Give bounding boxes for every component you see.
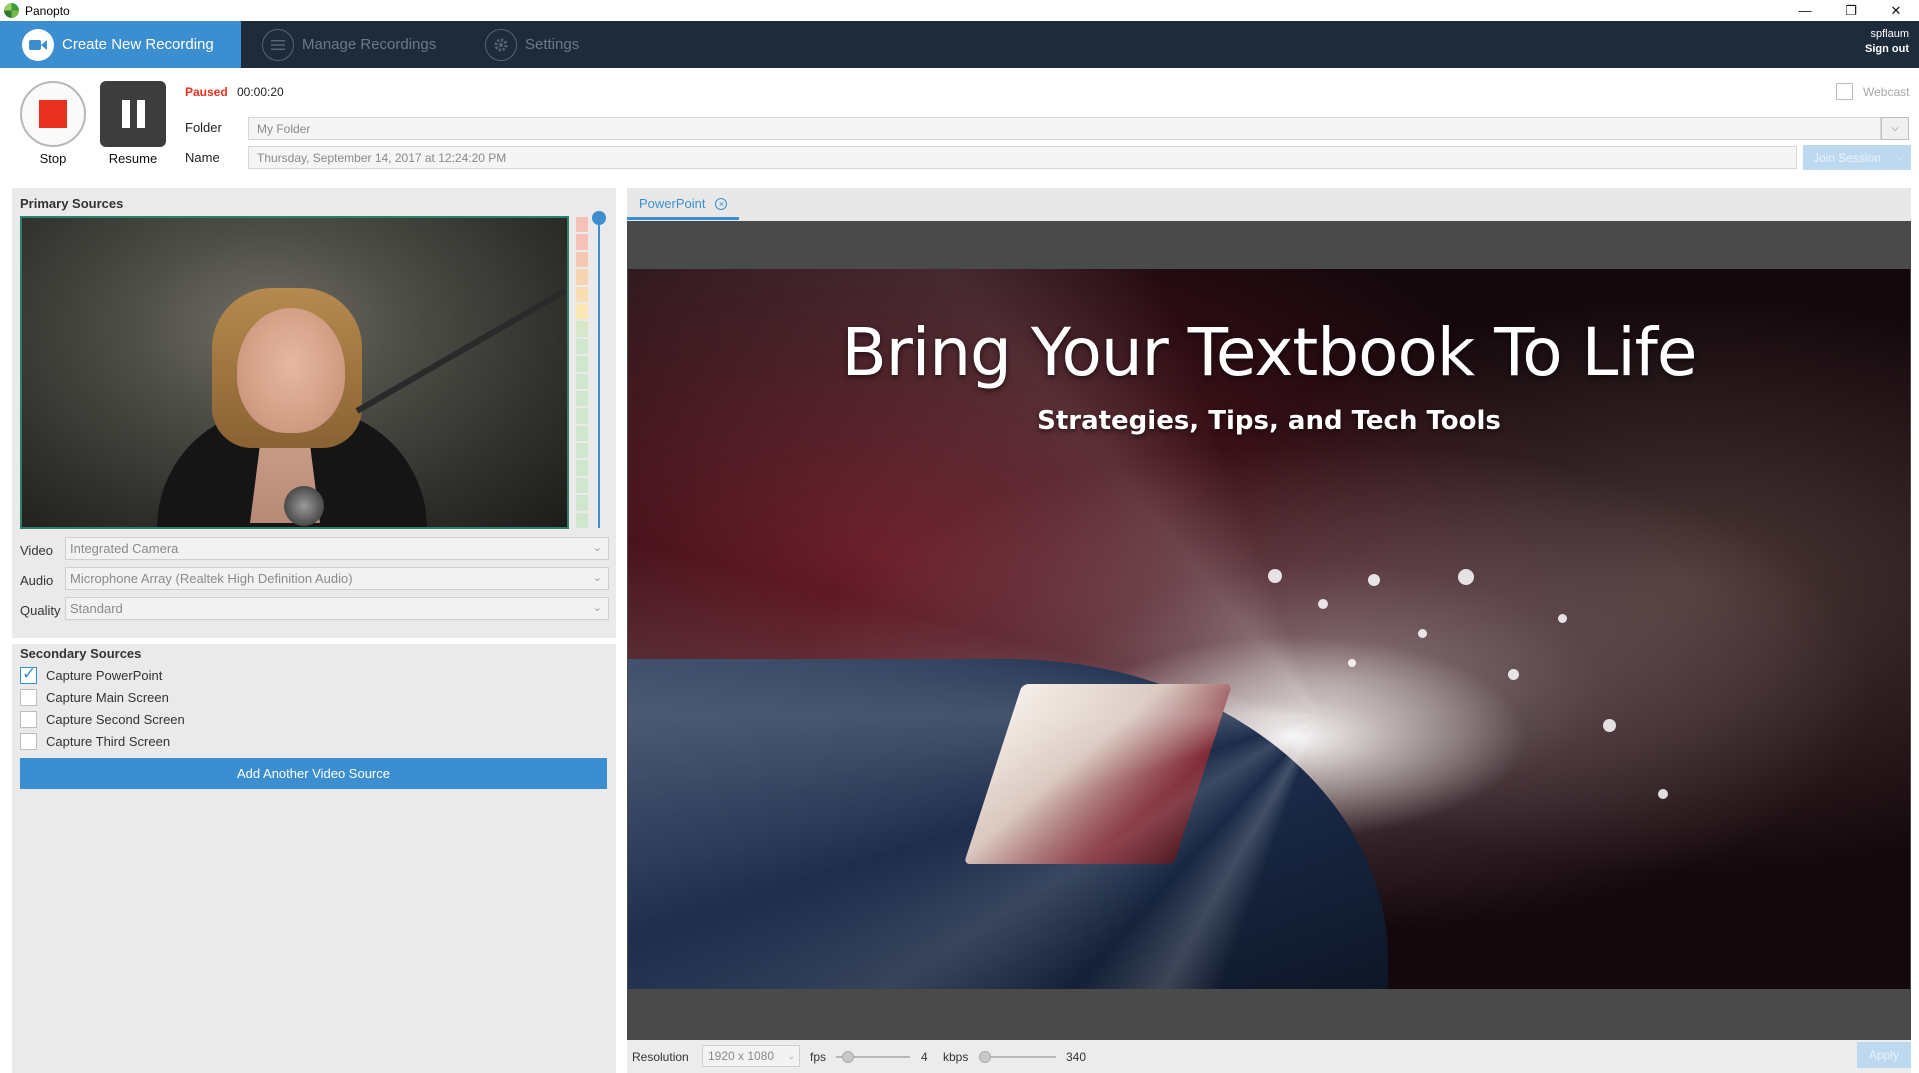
video-source-value: Integrated Camera [70,541,179,556]
gear-icon [485,28,517,61]
circle-close-icon[interactable]: × [715,197,728,210]
resolution-value: 1920 x 1080 [708,1049,775,1063]
folder-label: Folder [185,120,222,135]
audio-gain-slider-handle[interactable] [592,211,606,225]
video-camera-icon [22,28,54,61]
name-field[interactable]: Thursday, September 14, 2017 at 12:24:20… [248,146,1797,169]
audio-label: Audio [20,573,54,588]
panopto-logo-icon [4,3,19,18]
capture-second-screen-label: Capture Second Screen [46,712,185,727]
tab-powerpoint[interactable]: PowerPoint × [627,190,739,220]
chevron-down-icon: ⌄ [592,542,602,554]
camera-preview [20,216,569,529]
sparkle [1318,599,1328,609]
capture-third-screen-checkbox[interactable] [20,733,37,750]
top-navigation: Create New Recording Manage Recordings S… [0,21,1919,68]
sparkle [1558,614,1567,623]
chevron-down-icon: ⌵ [1891,123,1899,134]
microphone-icon [284,486,324,526]
stop-icon [39,100,67,128]
audio-source-select[interactable]: Microphone Array (Realtek High Definitio… [65,567,609,590]
chevron-down-icon: ⌵ [1897,152,1904,162]
restore-button[interactable]: ❐ [1828,0,1874,21]
apply-button[interactable]: Apply [1857,1042,1911,1068]
resume-label: Resume [108,151,158,166]
join-session-label: Join Session [1813,150,1882,165]
capture-powerpoint-checkbox[interactable] [20,664,37,684]
slide-subtitle: Strategies, Tips, and Tech Tools [1037,406,1501,436]
tab-label: Manage Recordings [302,36,437,53]
sparkle [1603,719,1616,732]
name-label: Name [185,150,220,165]
chevron-down-icon: ⌄ [592,572,602,584]
fps-label: fps [810,1050,827,1064]
capture-powerpoint-label: Capture PowerPoint [46,668,163,683]
sparkle [1458,569,1474,585]
audio-level-meter [576,217,588,529]
capture-main-screen-checkbox[interactable] [20,689,37,706]
fps-value: 4 [921,1050,928,1064]
chevron-down-icon: ⌄ [592,602,602,614]
webcast-label: Webcast [1863,85,1910,99]
sparkle [1418,629,1427,638]
tab-create-new-recording[interactable]: Create New Recording [0,21,241,68]
recording-status: Paused [185,85,228,99]
audio-gain-slider-track[interactable] [598,220,600,528]
resolution-select[interactable]: 1920 x 1080 ⌄ [702,1045,800,1067]
video-source-select[interactable]: Integrated Camera ⌄ [65,537,609,560]
capture-main-screen-label: Capture Main Screen [46,690,169,705]
folder-field[interactable]: My Folder [248,117,1881,140]
capture-second-screen-checkbox[interactable] [20,711,37,728]
sparkle [1268,569,1282,583]
tab-label: Create New Recording [62,36,214,53]
secondary-sources-title: Secondary Sources [20,646,142,661]
primary-sources-title: Primary Sources [20,196,124,211]
powerpoint-slide-preview: Bring Your Textbook To Life Strategies, … [628,269,1910,989]
chevron-down-icon: ⌄ [787,1050,795,1061]
join-session-button[interactable]: Join Session ⌵ [1803,145,1911,170]
tab-settings[interactable]: Settings [485,21,595,68]
quality-value: Standard [70,601,123,616]
tab-manage-recordings[interactable]: Manage Recordings [262,21,452,68]
elapsed-time: 00:00:20 [237,85,284,99]
username: spflaum [1870,28,1909,40]
minimize-button[interactable]: — [1782,0,1828,21]
kbps-label: kbps [943,1050,969,1064]
fps-slider-handle[interactable] [842,1051,854,1063]
sparkle [1368,574,1380,586]
kbps-slider-track[interactable] [980,1056,1056,1058]
capture-third-screen-label: Capture Third Screen [46,734,171,749]
tab-powerpoint-label: PowerPoint [639,196,706,211]
mic-arm [355,288,567,414]
resume-button[interactable] [100,81,166,147]
sparkle [1658,789,1668,799]
list-icon [262,28,294,61]
add-video-source-button[interactable]: Add Another Video Source [20,758,607,789]
resolution-label: Resolution [632,1050,689,1064]
sparkle [1348,659,1356,667]
video-label: Video [20,543,54,558]
folder-dropdown-button[interactable]: ⌵ [1881,117,1909,140]
quality-label: Quality [20,603,61,618]
kbps-value: 340 [1066,1050,1087,1064]
user-area: spflaum Sign out [1865,27,1909,57]
webcast-checkbox[interactable] [1836,83,1853,100]
stop-label: Stop [39,151,67,166]
close-window-button[interactable]: ✕ [1873,0,1919,21]
presenter-face [237,308,345,433]
stop-button[interactable] [20,81,86,147]
audio-source-value: Microphone Array (Realtek High Definitio… [70,571,353,586]
sign-out-link[interactable]: Sign out [1865,42,1909,57]
tab-label: Settings [525,36,580,53]
title-bar: Panopto [0,0,1919,21]
pause-icon [121,100,145,128]
kbps-slider-handle[interactable] [979,1051,991,1063]
window-title: Panopto [25,3,70,18]
quality-select[interactable]: Standard ⌄ [65,597,609,620]
sparkle [1508,669,1519,680]
slide-title: Bring Your Textbook To Life [841,314,1697,391]
